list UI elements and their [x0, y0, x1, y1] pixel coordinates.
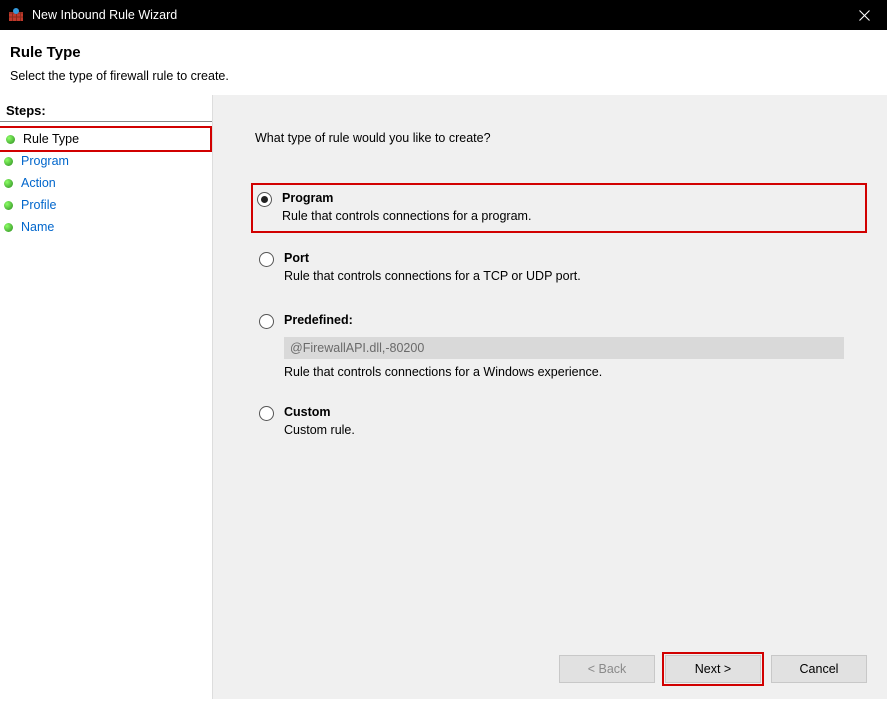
step-bullet-icon	[4, 201, 13, 210]
firewall-icon	[8, 7, 24, 23]
close-icon	[859, 10, 870, 21]
option-title: Port	[284, 251, 861, 265]
predefined-select[interactable]	[284, 337, 844, 359]
option-predefined[interactable]: Predefined: Rule that controls connectio…	[255, 309, 867, 387]
sidebar-item-label: Name	[21, 220, 54, 234]
window-title: New Inbound Rule Wizard	[32, 8, 841, 22]
option-custom[interactable]: Custom Custom rule.	[255, 401, 867, 445]
option-desc: Rule that controls connections for a TCP…	[284, 269, 861, 283]
radio-custom[interactable]	[259, 406, 274, 421]
step-bullet-icon	[4, 223, 13, 232]
step-bullet-icon	[4, 179, 13, 188]
content: Steps: Rule Type Program Action Profile …	[0, 95, 887, 699]
page-title: Rule Type	[10, 44, 877, 61]
sidebar-item-name[interactable]: Name	[0, 216, 212, 238]
sidebar-item-rule-type[interactable]: Rule Type	[0, 126, 212, 152]
main-panel: What type of rule would you like to crea…	[212, 95, 887, 699]
next-button[interactable]: Next >	[665, 655, 761, 683]
cancel-button[interactable]: Cancel	[771, 655, 867, 683]
option-body: Program Rule that controls connections f…	[282, 191, 859, 223]
steps-label: Steps:	[0, 101, 212, 122]
wizard-buttons: < Back Next > Cancel	[559, 655, 867, 683]
option-desc: Rule that controls connections for a pro…	[282, 209, 859, 223]
page-subtitle: Select the type of firewall rule to crea…	[10, 69, 877, 83]
option-program[interactable]: Program Rule that controls connections f…	[251, 183, 867, 233]
radio-port[interactable]	[259, 252, 274, 267]
option-body: Predefined: Rule that controls connectio…	[284, 313, 861, 379]
sidebar-item-action[interactable]: Action	[0, 172, 212, 194]
option-desc: Custom rule.	[284, 423, 861, 437]
option-body: Port Rule that controls connections for …	[284, 251, 861, 283]
radio-program[interactable]	[257, 192, 272, 207]
sidebar-item-label: Rule Type	[23, 132, 79, 146]
sidebar-item-label: Action	[21, 176, 56, 190]
rule-type-question: What type of rule would you like to crea…	[255, 131, 867, 145]
option-desc: Rule that controls connections for a Win…	[284, 365, 861, 379]
option-body: Custom Custom rule.	[284, 405, 861, 437]
option-port[interactable]: Port Rule that controls connections for …	[255, 247, 867, 291]
sidebar-item-profile[interactable]: Profile	[0, 194, 212, 216]
step-bullet-icon	[4, 157, 13, 166]
back-button: < Back	[559, 655, 655, 683]
step-bullet-icon	[6, 135, 15, 144]
close-button[interactable]	[841, 0, 887, 30]
titlebar: New Inbound Rule Wizard	[0, 0, 887, 30]
steps-sidebar: Steps: Rule Type Program Action Profile …	[0, 95, 212, 699]
sidebar-item-label: Program	[21, 154, 69, 168]
sidebar-item-program[interactable]: Program	[0, 150, 212, 172]
option-title: Custom	[284, 405, 861, 419]
option-title: Predefined:	[284, 313, 861, 327]
page-header: Rule Type Select the type of firewall ru…	[0, 30, 887, 95]
rule-type-options: Program Rule that controls connections f…	[255, 183, 867, 445]
sidebar-item-label: Profile	[21, 198, 56, 212]
radio-predefined[interactable]	[259, 314, 274, 329]
option-title: Program	[282, 191, 859, 205]
